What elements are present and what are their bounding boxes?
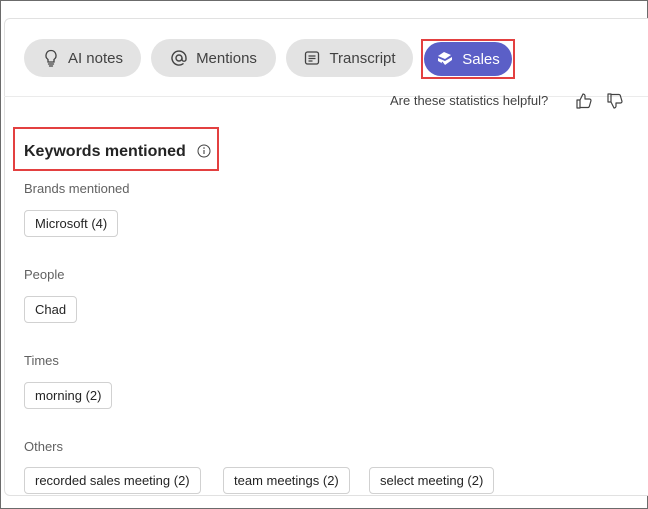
thumbs-up-icon[interactable] bbox=[575, 92, 593, 110]
keyword-chip[interactable]: select meeting (2) bbox=[369, 467, 495, 494]
thumbs-down-icon[interactable] bbox=[606, 92, 624, 110]
keyword-chip[interactable]: Microsoft (4) bbox=[24, 210, 119, 237]
keyword-chip[interactable]: team meetings (2) bbox=[223, 467, 350, 494]
keyword-chip[interactable]: morning (2) bbox=[24, 382, 113, 409]
group-label-people: People bbox=[24, 267, 65, 282]
lightbulb-icon bbox=[42, 49, 60, 67]
group-label-brands: Brands mentioned bbox=[24, 181, 130, 196]
tab-label: Sales bbox=[462, 50, 500, 68]
feedback-question: Are these statistics helpful? bbox=[390, 93, 549, 108]
at-sign-icon bbox=[170, 49, 188, 67]
tabbar-divider bbox=[4, 96, 648, 97]
keywords-title: Keywords mentioned bbox=[24, 143, 186, 160]
tab-label: Transcript bbox=[329, 49, 396, 67]
group-label-others: Others bbox=[24, 439, 64, 454]
sales-icon bbox=[436, 50, 454, 68]
tab-ai-notes[interactable]: AI notes bbox=[24, 39, 141, 77]
tab-mentions[interactable]: Mentions bbox=[151, 39, 276, 77]
transcript-icon bbox=[303, 49, 321, 67]
info-icon[interactable] bbox=[197, 144, 211, 158]
tab-sales[interactable]: Sales bbox=[424, 42, 512, 76]
tab-transcript[interactable]: Transcript bbox=[286, 39, 413, 77]
keyword-chip[interactable]: Chad bbox=[24, 296, 78, 323]
tab-label: Mentions bbox=[196, 49, 257, 67]
group-label-times: Times bbox=[24, 353, 59, 368]
meeting-recap-panel bbox=[4, 18, 648, 496]
keyword-chip[interactable]: recorded sales meeting (2) bbox=[24, 467, 201, 494]
tab-label: AI notes bbox=[67, 49, 124, 67]
